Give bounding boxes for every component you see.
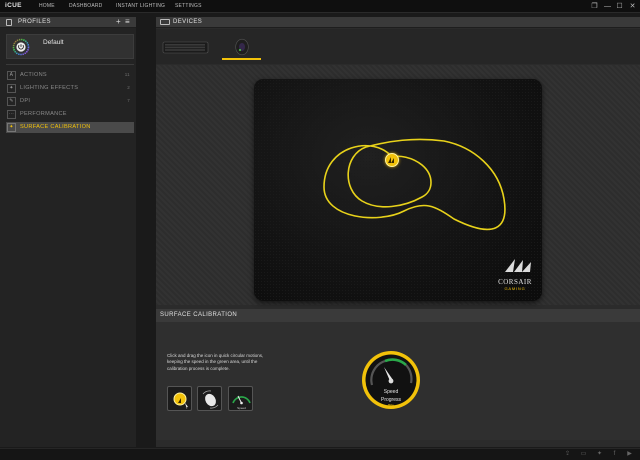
speed-label: Speed: [383, 389, 399, 395]
sidebar-item-label: PERFORMANCE: [20, 111, 67, 117]
minimize-icon[interactable]: —: [603, 2, 612, 11]
facebook-icon[interactable]: f: [611, 451, 618, 458]
profiles-header: PROFILES + ≡: [0, 17, 136, 28]
sidebar-item-label: LIGHTING EFFECTS: [20, 85, 79, 91]
drag-icon-step-icon: [173, 392, 189, 410]
brand-text: CORSAIR: [498, 278, 532, 286]
mouse-motion-icon: [202, 390, 219, 409]
youtube-icon[interactable]: ▶: [626, 451, 633, 458]
twitter-icon[interactable]: ✦: [596, 451, 603, 458]
sidebar-item-label: SURFACE CALIBRATION: [20, 124, 91, 130]
rgb-profile-icon: [12, 38, 30, 56]
sidebar-item-label: ACTIONS: [20, 72, 47, 78]
maximize-icon[interactable]: ☐: [615, 2, 624, 11]
devices-header: DEVICES: [156, 17, 640, 28]
device-mouse[interactable]: [222, 37, 261, 61]
device-keyboard[interactable]: [162, 37, 209, 57]
sails-icon: [388, 157, 394, 163]
sidebar-item-lighting-effects[interactable]: ✦ LIGHTING EFFECTS 2: [6, 83, 134, 94]
profile-name: Default: [43, 39, 64, 46]
brand-sub: GAMING: [504, 286, 526, 291]
nav-settings[interactable]: SETTINGS: [175, 3, 202, 9]
speed-gauge-icon: Speed: [232, 395, 251, 410]
nav-dashboard[interactable]: DASHBOARD: [69, 3, 102, 9]
corsair-sails-icon: [505, 259, 531, 272]
nav-home[interactable]: HOME: [39, 3, 55, 9]
devices-title: DEVICES: [173, 19, 203, 25]
profiles-icon: [6, 19, 12, 26]
share-icon[interactable]: ⇪: [564, 451, 571, 458]
keyboard-small-icon: [160, 19, 170, 25]
progress-value: 0%: [387, 403, 395, 408]
sidebar-item-surface-calibration[interactable]: ✦ SURFACE CALIBRATION: [6, 122, 134, 133]
keyboard-icon: [162, 41, 209, 54]
step-mouse-motion: [197, 386, 222, 411]
profile-card[interactable]: Default: [6, 34, 134, 59]
lighting-icon: ✦: [7, 84, 16, 93]
sidebar-item-count: 11: [124, 72, 130, 77]
calibration-instructions: Click and drag the icon in quick circula…: [167, 353, 264, 371]
nav-instant-lighting[interactable]: INSTANT LIGHTING: [116, 3, 165, 9]
app-name: iCUE: [5, 2, 22, 9]
calibration-drag-icon[interactable]: [385, 153, 399, 167]
performance-icon: ⋯: [7, 110, 16, 119]
profiles-title: PROFILES: [18, 19, 51, 25]
left-panel: PROFILES + ≡: [0, 17, 136, 447]
profile-menu-button[interactable]: ≡: [125, 17, 130, 26]
restore-icon[interactable]: ❐: [590, 2, 599, 11]
surface-calibration-header: SURFACE CALIBRATION: [156, 309, 640, 322]
actions-icon: A: [7, 71, 16, 80]
divider: [6, 64, 134, 65]
mouse-icon: [235, 38, 249, 56]
surface-calibration-title: SURFACE CALIBRATION: [160, 312, 238, 318]
corsair-logo: CORSAIR GAMING: [491, 257, 539, 291]
sidebar-item-label: DPI: [20, 98, 31, 104]
speed-gauge: Speed Progress 0%: [360, 349, 422, 411]
svg-text:Speed: Speed: [237, 406, 246, 410]
close-icon[interactable]: ✕: [628, 2, 637, 11]
selected-device-underline: [222, 58, 261, 60]
add-profile-button[interactable]: +: [116, 17, 121, 26]
sidebar-item-performance[interactable]: ⋯ PERFORMANCE: [6, 109, 134, 120]
sidebar-item-actions[interactable]: A ACTIONS 11: [6, 70, 134, 81]
surface-calibration-icon: ✦: [7, 123, 16, 132]
step-speed-gauge: Speed: [228, 386, 253, 411]
sidebar-item-dpi[interactable]: ✎ DPI 7: [6, 96, 134, 107]
dpi-icon: ✎: [7, 97, 16, 106]
sidebar-item-count: 7: [127, 98, 130, 103]
chat-icon[interactable]: ▭: [580, 451, 587, 458]
bottom-bar: [0, 448, 640, 460]
mousepad: CORSAIR GAMING: [254, 79, 542, 301]
step-drag-icon: [167, 386, 192, 411]
sidebar-item-count: 2: [127, 85, 130, 90]
